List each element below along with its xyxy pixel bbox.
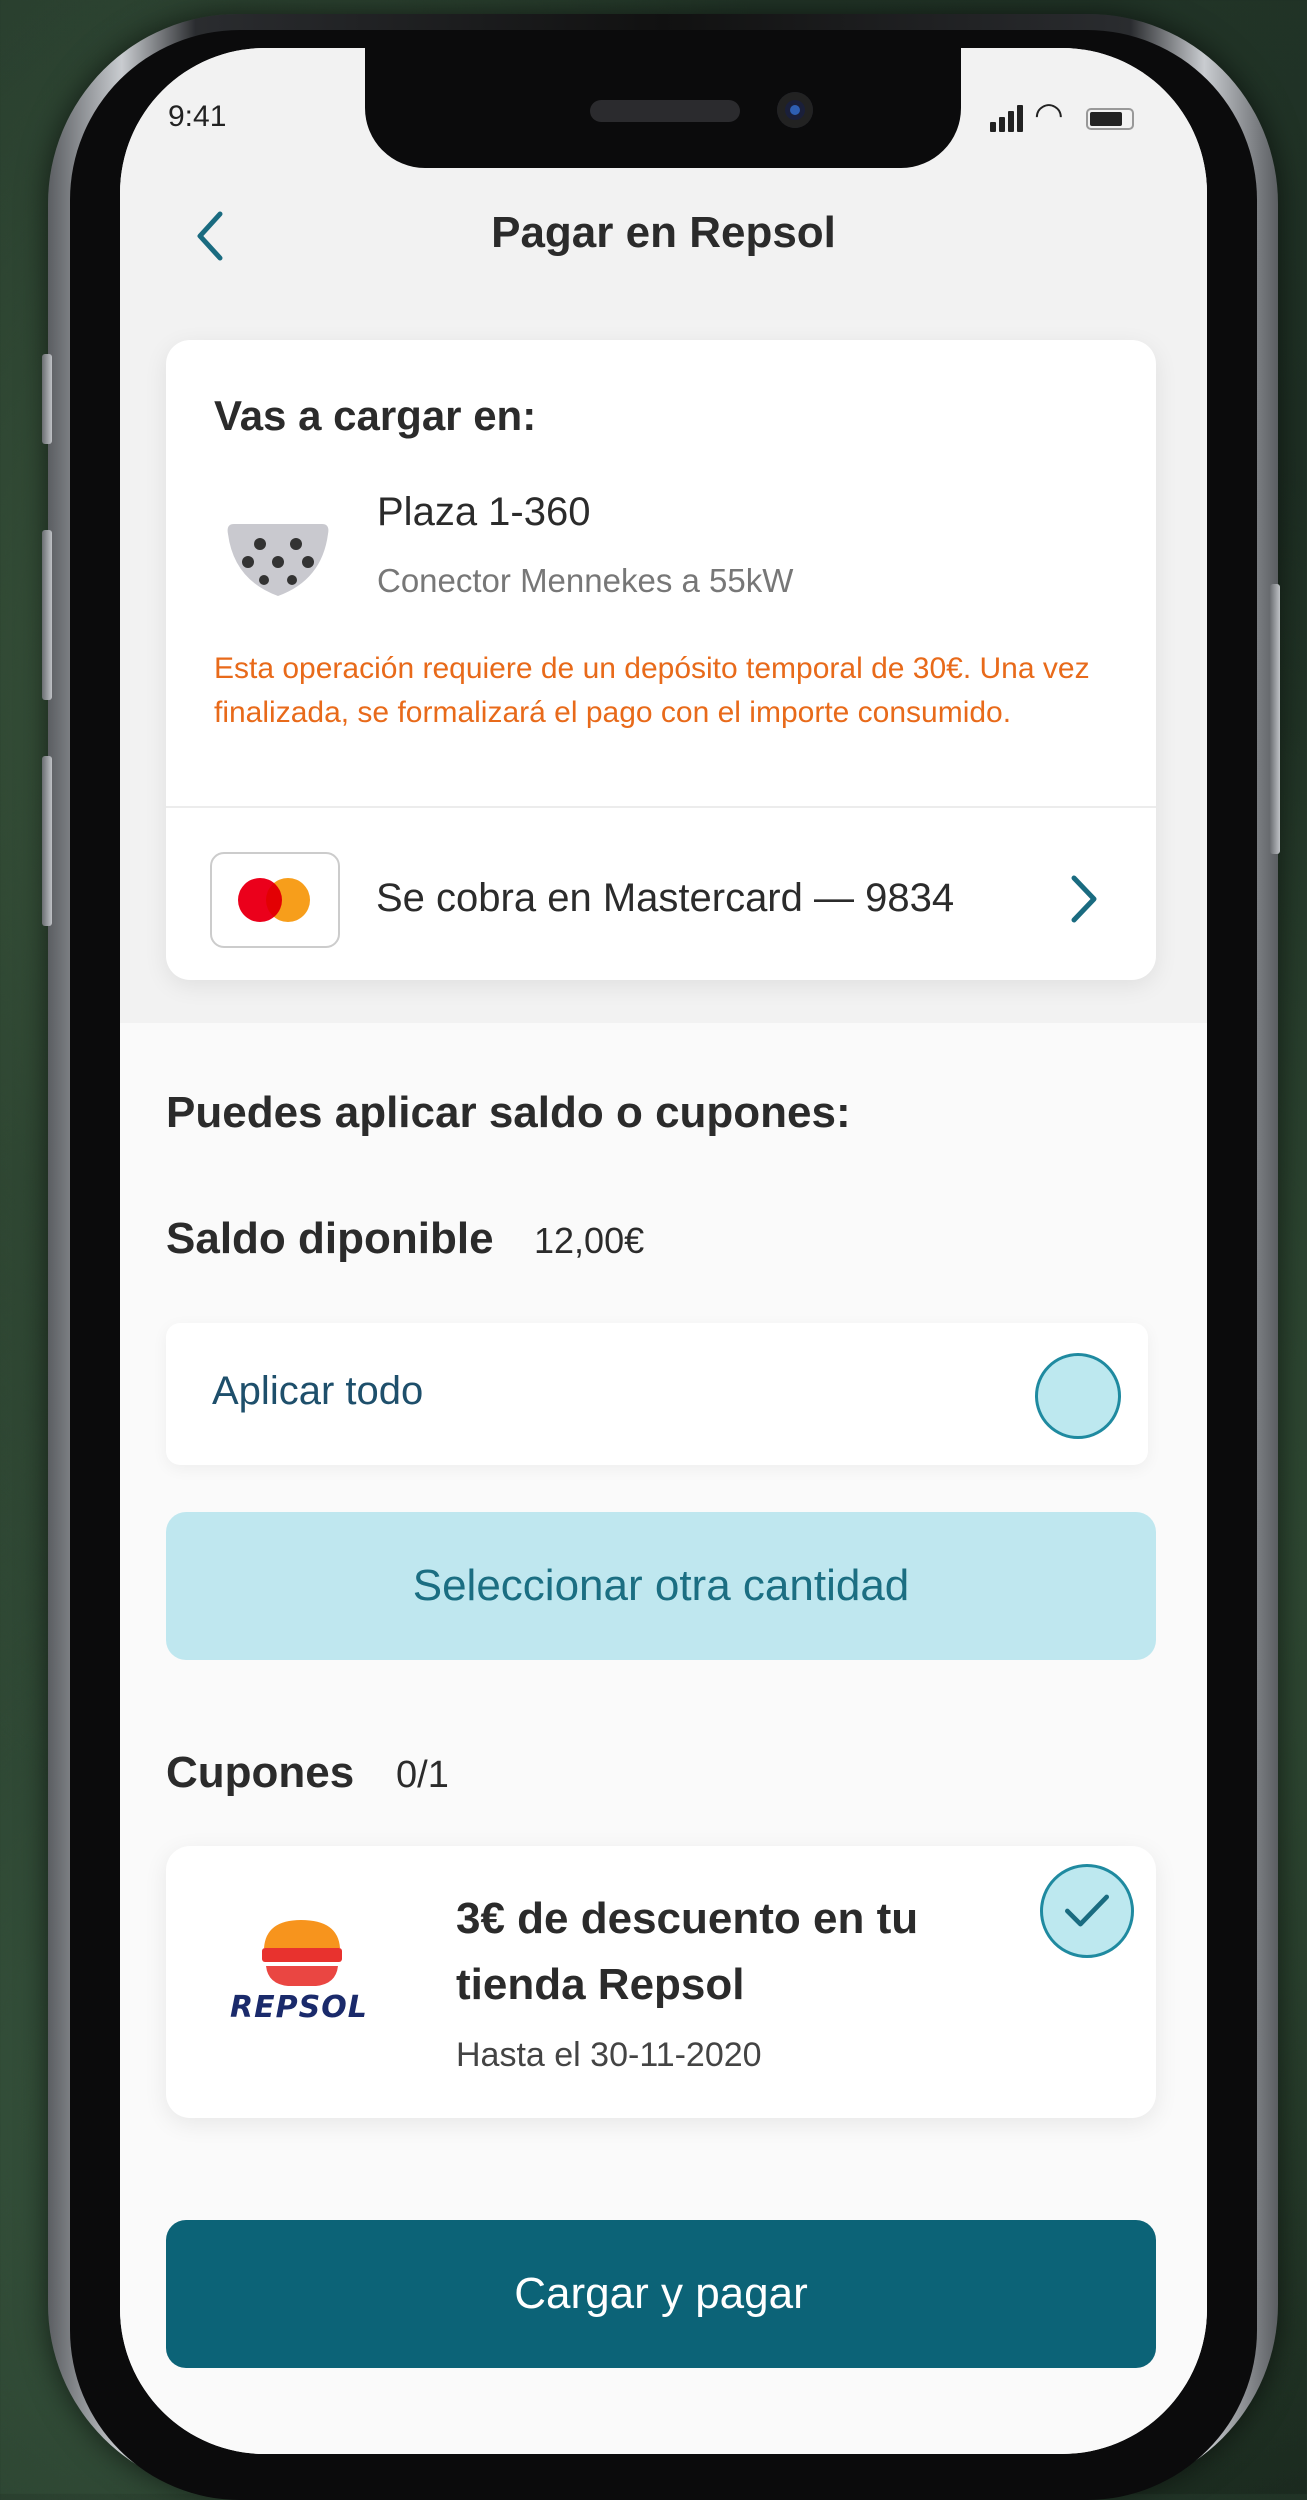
- payment-method-label[interactable]: Se cobra en Mastercard — 9834: [376, 876, 954, 921]
- apply-all-label: Aplicar todo: [212, 1369, 424, 1413]
- status-time: 9:41: [168, 100, 227, 133]
- select-other-amount-button[interactable]: Seleccionar otra cantidad: [166, 1512, 1156, 1660]
- power-button: [1270, 584, 1280, 854]
- coupons-label: Cupones: [166, 1748, 355, 1797]
- apply-all-radio[interactable]: [1035, 1353, 1121, 1439]
- battery-icon: [1086, 108, 1134, 130]
- speaker-grille: [590, 100, 740, 122]
- balance-section-title: Puedes aplicar saldo o cupones:: [166, 1088, 851, 1137]
- apply-all-row[interactable]: Aplicar todo: [166, 1323, 1148, 1465]
- front-camera: [777, 92, 813, 128]
- charge-info-card: Vas a cargar en: Plaza 1-360 Conector Me…: [166, 340, 1156, 980]
- chevron-right-icon[interactable]: [1066, 870, 1102, 928]
- charge-heading: Vas a cargar en:: [214, 392, 537, 439]
- coupon-title: 3€ de descuento en tu tienda Repsol: [456, 1894, 919, 2009]
- volume-up-button: [42, 530, 52, 700]
- coupon-checkbox[interactable]: [1040, 1864, 1134, 1958]
- device-notch: [365, 48, 961, 168]
- deposit-notice: Esta operación requiere de un depósito t…: [214, 652, 1090, 729]
- connector-type: Conector Mennekes a 55kW: [377, 562, 794, 599]
- app-screen: 9:41 ◠ Pagar en Repsol Vas a cargar en: …: [120, 48, 1207, 2454]
- charging-spot: Plaza 1-360: [377, 490, 591, 534]
- coupons-count: 0/1: [396, 1754, 449, 1796]
- divider: [166, 806, 1156, 808]
- repsol-wordmark: REPSOL: [230, 1990, 368, 2025]
- balance-value: 12,00€: [534, 1220, 645, 1261]
- volume-down-button: [42, 756, 52, 926]
- balance-label: Saldo diponible: [166, 1214, 494, 1263]
- signal-icon: [990, 122, 996, 132]
- charge-and-pay-button[interactable]: Cargar y pagar: [166, 2220, 1156, 2368]
- connector-icon: [227, 524, 329, 596]
- status-icons: ◠: [990, 96, 1170, 134]
- page-title: Pagar en Repsol: [491, 208, 836, 257]
- mastercard-icon[interactable]: [210, 852, 340, 948]
- coupon-card[interactable]: REPSOL 3€ de descuento en tu tienda Reps…: [166, 1846, 1156, 2118]
- mute-switch: [42, 354, 52, 444]
- coupon-valid-until: Hasta el 30-11-2020: [456, 2036, 762, 2074]
- wifi-icon: ◠: [1034, 96, 1064, 134]
- check-icon: [1065, 1894, 1109, 1927]
